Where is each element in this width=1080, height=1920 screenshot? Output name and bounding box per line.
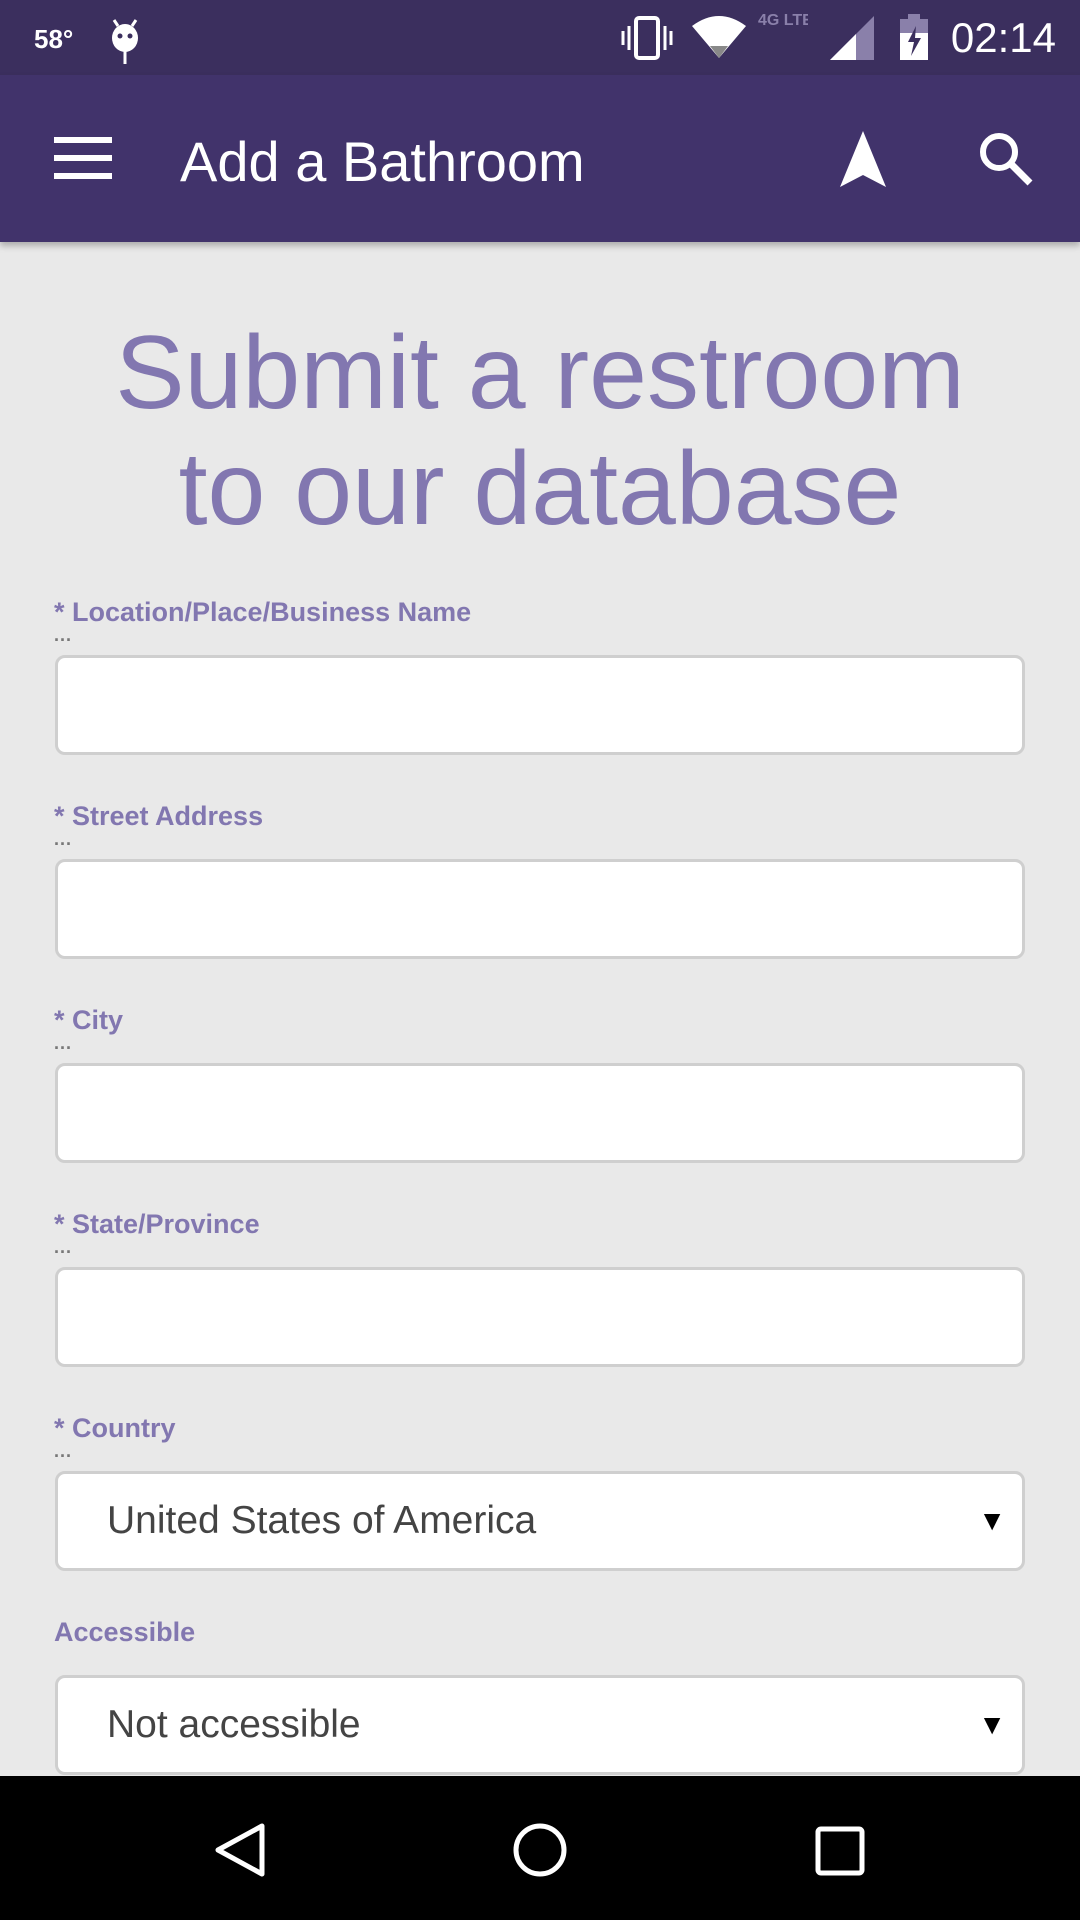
label-text: * Street Address <box>54 801 264 831</box>
home-icon[interactable] <box>512 1822 568 1878</box>
android-icon <box>112 19 138 64</box>
label-text: * Location/Place/Business Name <box>54 597 472 627</box>
dropdown-arrow-icon: ▼ <box>978 1709 1006 1740</box>
required-marker: ... <box>54 1441 73 1461</box>
label-text: * Country <box>54 1413 176 1443</box>
required-marker: ... <box>54 625 73 645</box>
required-marker: ... <box>54 829 73 849</box>
app-bar: Add a Bathroom <box>0 75 1080 242</box>
battery-charging-icon <box>900 14 928 60</box>
label-text: * City <box>54 1005 124 1035</box>
signal-icon <box>830 16 874 60</box>
label-text: * State/Province <box>54 1209 260 1239</box>
navigation-bar <box>0 1776 1080 1920</box>
temperature: 58° <box>34 24 74 54</box>
location-name-input[interactable] <box>55 655 1025 755</box>
country-label: * Country... <box>54 1413 176 1461</box>
network-type: 4G LTE <box>758 12 808 29</box>
accessible-value: Not accessible <box>107 1703 361 1746</box>
heading-line-2: to our database <box>178 431 902 547</box>
state-province-input[interactable] <box>55 1267 1025 1367</box>
page-title: Add a Bathroom <box>180 130 585 193</box>
status-bar: 58° 4G LTE 02:14 <box>0 0 1080 75</box>
navigation-icon[interactable] <box>840 131 886 189</box>
city-label: * City... <box>54 1005 124 1053</box>
street-address-label: * Street Address... <box>54 801 264 849</box>
city-input[interactable] <box>55 1063 1025 1163</box>
recents-icon[interactable] <box>815 1826 865 1876</box>
wifi-icon <box>692 16 746 58</box>
required-marker: ... <box>54 1033 73 1053</box>
form-heading: Submit a restroom to our database <box>0 315 1080 547</box>
back-icon[interactable] <box>212 1822 266 1878</box>
country-value: United States of America <box>107 1499 537 1542</box>
heading-line-1: Submit a restroom <box>115 315 965 431</box>
country-select[interactable]: United States of America ▼ <box>55 1471 1025 1571</box>
required-marker: ... <box>54 1237 73 1257</box>
dropdown-arrow-icon: ▼ <box>978 1505 1006 1536</box>
state-province-label: * State/Province... <box>54 1209 260 1257</box>
clock: 02:14 <box>950 14 1056 61</box>
label-text: Accessible <box>54 1617 196 1647</box>
street-address-input[interactable] <box>55 859 1025 959</box>
search-icon[interactable] <box>978 131 1034 187</box>
accessible-label: Accessible <box>54 1617 195 1648</box>
vibrate-icon <box>621 16 673 60</box>
location-name-label: * Location/Place/Business Name... <box>54 597 472 645</box>
menu-icon[interactable] <box>54 137 112 179</box>
accessible-select[interactable]: Not accessible ▼ <box>55 1675 1025 1775</box>
